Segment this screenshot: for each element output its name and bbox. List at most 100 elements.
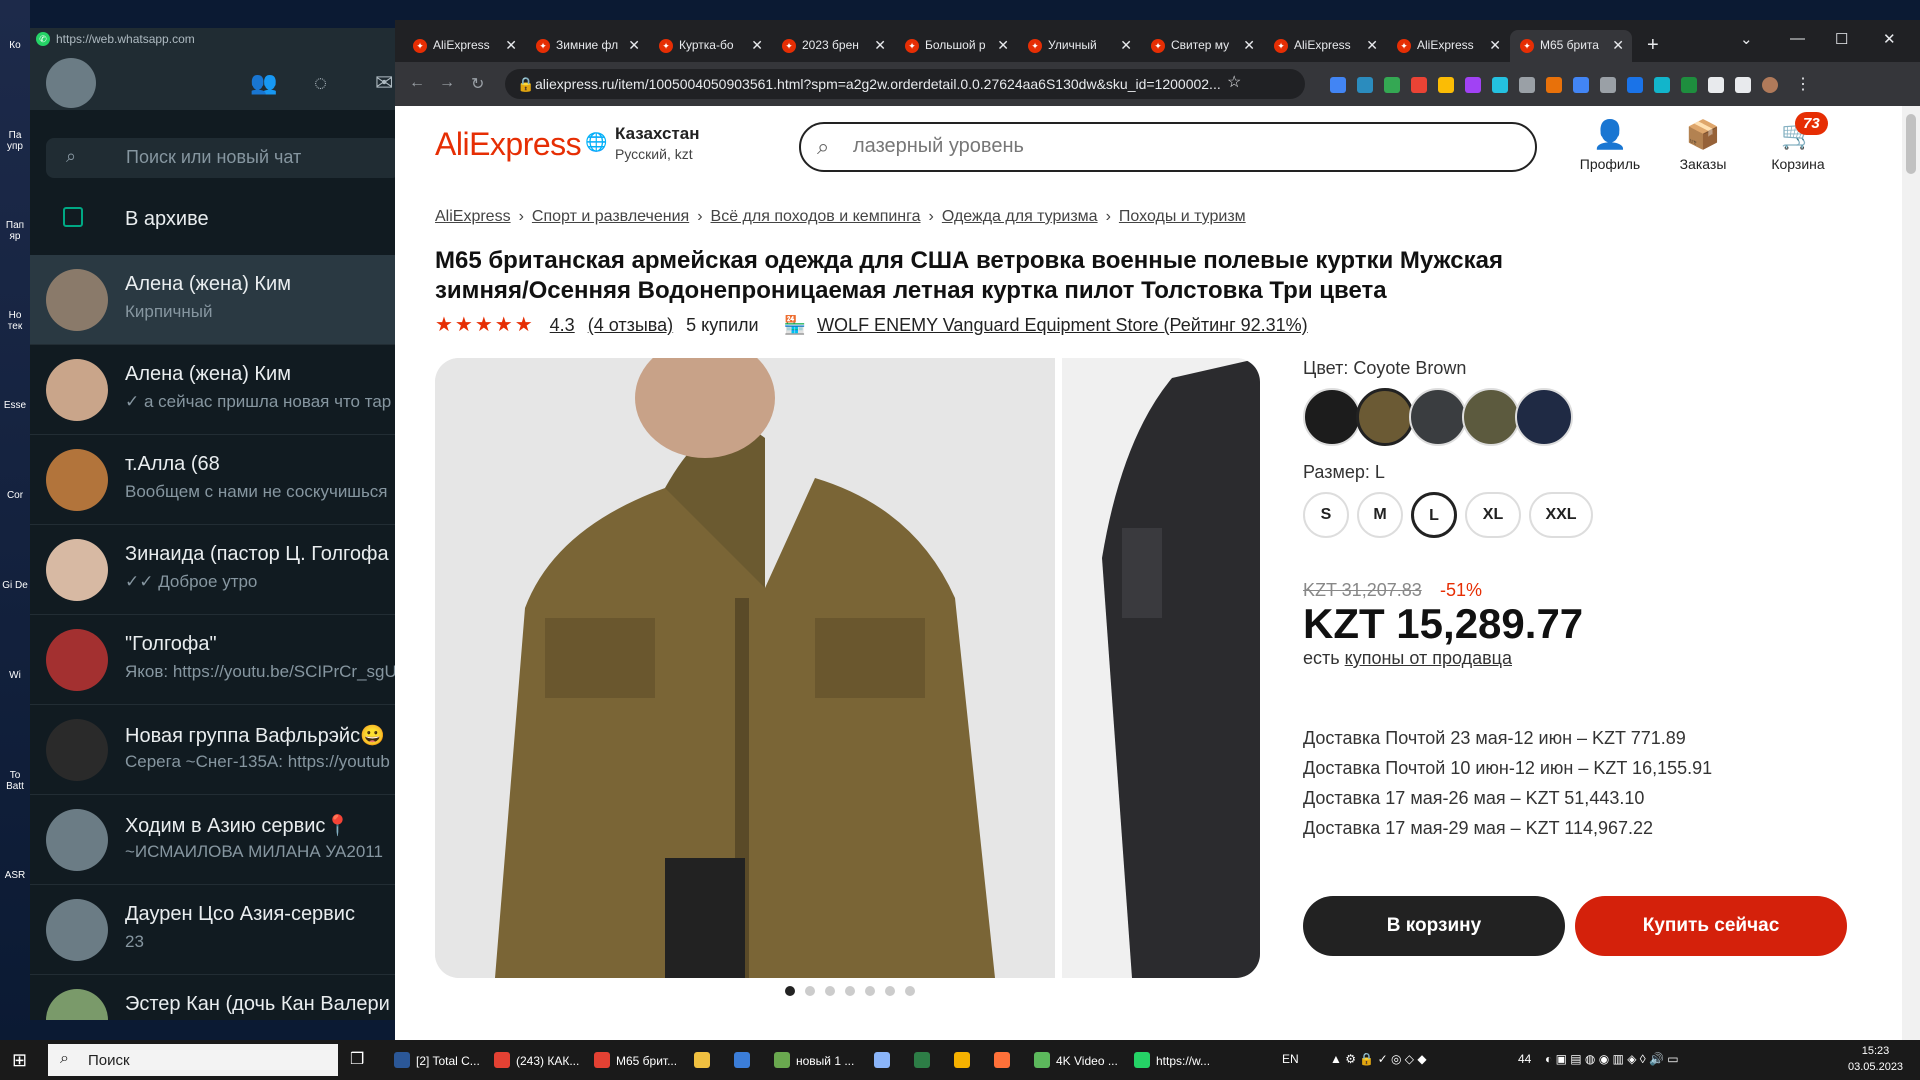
taskbar-app[interactable]: (243) КАК... (490, 1044, 579, 1076)
close-tab-icon[interactable]: ✕ (628, 37, 640, 54)
close-tab-icon[interactable]: ✕ (1366, 37, 1378, 54)
size-option[interactable]: XL (1465, 492, 1521, 538)
browser-tab[interactable]: ✦ Куртка-бо ✕ (649, 30, 771, 62)
gallery-dot[interactable] (785, 986, 795, 996)
product-second-image[interactable] (1062, 358, 1260, 978)
gallery-dot[interactable] (825, 986, 835, 996)
bookmark-star-icon[interactable]: ☆ (1227, 72, 1241, 92)
tray-icons-2[interactable]: ◐ ▣ ▤ ◍ ◉ ▥ ◈ ◊ 🔊 ▭ (1545, 1052, 1679, 1066)
close-tab-icon[interactable]: ✕ (505, 37, 517, 54)
color-swatch[interactable] (1356, 388, 1414, 446)
close-tab-icon[interactable]: ✕ (1612, 37, 1624, 54)
size-option[interactable]: L (1411, 492, 1457, 538)
chat-list-item[interactable]: Зинаида (пастор Ц. Голгофа ✓✓ Доброе утро (30, 525, 400, 615)
browser-tab[interactable]: ✦ Большой р ✕ (895, 30, 1017, 62)
add-to-cart-button[interactable]: В корзину (1303, 896, 1565, 956)
communities-icon[interactable]: 👥 (250, 70, 277, 96)
maximize-icon[interactable]: ☐ (1835, 30, 1848, 48)
browser-tab[interactable]: ✦ AliExpress ✕ (403, 30, 525, 62)
taskbar-app[interactable] (950, 1044, 976, 1076)
side-panel-icon[interactable] (1735, 77, 1751, 93)
taskbar-search[interactable]: ⌕ Поиск (48, 1044, 338, 1076)
size-option[interactable]: XXL (1529, 492, 1593, 538)
desktop-icon[interactable]: Cor (2, 490, 28, 501)
scrollbar-thumb[interactable] (1906, 114, 1916, 174)
orders-button[interactable]: 📦 Заказы (1663, 118, 1743, 172)
desktop-icon[interactable]: Пап яр (2, 220, 28, 242)
breadcrumb-link[interactable]: Всё для походов и кемпинга (711, 208, 921, 225)
profile-button[interactable]: 👤 Профиль (1570, 118, 1650, 172)
close-tab-icon[interactable]: ✕ (751, 37, 763, 54)
url-input[interactable]: 🔒 aliexpress.ru/item/1005004050903561.ht… (505, 69, 1305, 99)
desktop-icon[interactable]: Esse (2, 400, 28, 411)
browser-tab[interactable]: ✦ Свитер му ✕ (1141, 30, 1263, 62)
breadcrumb-link[interactable]: Походы и туризм (1119, 208, 1246, 225)
size-option[interactable]: M (1357, 492, 1403, 538)
gallery-dot[interactable] (865, 986, 875, 996)
chat-list-item[interactable]: Алена (жена) Ким Кирпичный (30, 255, 400, 345)
close-tab-icon[interactable]: ✕ (1489, 37, 1501, 54)
language-indicator[interactable]: EN (1282, 1052, 1299, 1066)
coupon-link[interactable]: купоны от продавца (1345, 648, 1512, 668)
extension-icon[interactable] (1357, 77, 1373, 93)
breadcrumb-link[interactable]: Одежда для туризма (942, 208, 1098, 225)
extension-icon[interactable] (1600, 77, 1616, 93)
extension-icon[interactable] (1465, 77, 1481, 93)
close-tab-icon[interactable]: ✕ (874, 37, 886, 54)
menu-icon[interactable]: ⋮ (1795, 74, 1811, 94)
taskbar-app[interactable]: https://w... (1130, 1044, 1210, 1076)
extension-icon[interactable] (1546, 77, 1562, 93)
close-tab-icon[interactable]: ✕ (1243, 37, 1255, 54)
buy-now-button[interactable]: Купить сейчас (1575, 896, 1847, 956)
chat-search-input[interactable]: ⌕ Поиск или новый чат (46, 138, 400, 178)
taskbar-app[interactable] (990, 1044, 1016, 1076)
color-swatch[interactable] (1409, 388, 1467, 446)
extension-icon[interactable] (1681, 77, 1697, 93)
new-chat-icon[interactable]: ✉ (375, 70, 393, 96)
size-option[interactable]: S (1303, 492, 1349, 538)
close-tab-icon[interactable]: ✕ (1120, 37, 1132, 54)
new-tab-button[interactable]: + (1647, 34, 1659, 57)
close-tab-icon[interactable]: ✕ (997, 37, 1009, 54)
taskbar-app[interactable]: новый 1 ... (770, 1044, 854, 1076)
gallery-dot[interactable] (885, 986, 895, 996)
task-view-icon[interactable]: ❒ (350, 1049, 364, 1069)
breadcrumb-link[interactable]: Спорт и развлечения (532, 208, 689, 225)
browser-tab[interactable]: ✦ Зимние фл ✕ (526, 30, 648, 62)
rating-value[interactable]: 4.3 (550, 315, 575, 335)
chat-list-item[interactable]: Эстер Кан (дочь Кан Валери (30, 975, 400, 1020)
color-swatch[interactable] (1303, 388, 1361, 446)
extension-icon[interactable] (1411, 77, 1427, 93)
color-swatch[interactable] (1515, 388, 1573, 446)
reload-icon[interactable]: ↻ (471, 74, 484, 94)
minimize-icon[interactable]: — (1790, 30, 1805, 47)
chat-list-item[interactable]: Даурен Цсо Азия-сервис 23 (30, 885, 400, 975)
profile-avatar[interactable] (1762, 77, 1778, 93)
tab-search-icon[interactable]: ⌄ (1740, 30, 1753, 48)
extension-icon[interactable] (1492, 77, 1508, 93)
system-clock[interactable]: 15:23 03.05.2023 (1848, 1043, 1903, 1075)
archived-chats[interactable]: В архиве (30, 193, 400, 245)
extension-icon[interactable] (1573, 77, 1589, 93)
desktop-icon[interactable]: Gi De (2, 580, 28, 591)
tray-icons[interactable]: ▲ ⚙ 🔒 ✓ ◎ ◇ ◆ (1330, 1052, 1427, 1066)
taskbar-app[interactable]: 4K Video ... (1030, 1044, 1118, 1076)
color-swatch[interactable] (1462, 388, 1520, 446)
desktop-icon[interactable]: To Batt (2, 770, 28, 792)
extension-icon[interactable] (1519, 77, 1535, 93)
browser-tab[interactable]: ✦ М65 брита ✕ (1510, 30, 1632, 62)
chat-list-item[interactable]: "Голгофа" Яков: https://youtu.be/SCIPrCr_… (30, 615, 400, 705)
windows-start-icon[interactable]: ⊞ (12, 1050, 27, 1071)
desktop-icon[interactable]: ASR (2, 870, 28, 881)
browser-tab[interactable]: ✦ Уличный ✕ (1018, 30, 1140, 62)
desktop-icon[interactable]: Но тек (2, 310, 28, 332)
reviews-link[interactable]: (4 отзыва) (588, 315, 673, 335)
chat-list-item[interactable]: Алена (жена) Ким ✓ а сейчас пришла новая … (30, 345, 400, 435)
product-main-image[interactable] (435, 358, 1055, 978)
extension-icon[interactable] (1330, 77, 1346, 93)
extension-icon[interactable] (1654, 77, 1670, 93)
taskbar-app[interactable] (730, 1044, 756, 1076)
extension-icon[interactable] (1627, 77, 1643, 93)
close-window-icon[interactable]: ✕ (1883, 30, 1896, 48)
gallery-dot[interactable] (805, 986, 815, 996)
